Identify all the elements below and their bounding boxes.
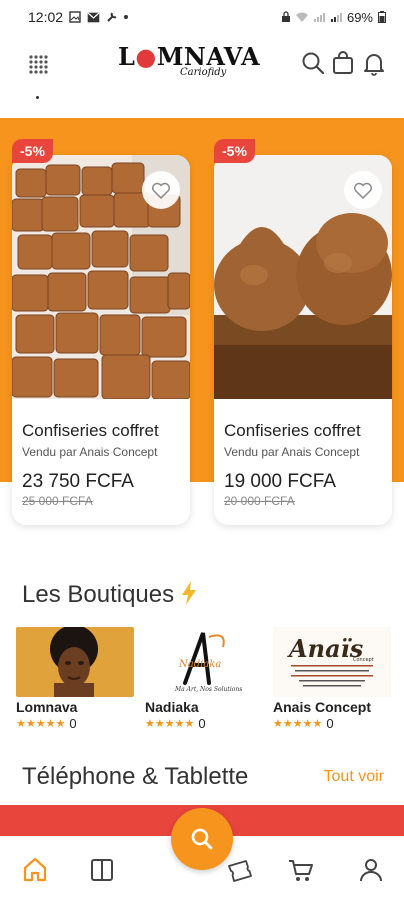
signal-icon-2 <box>330 12 342 22</box>
favorite-button[interactable] <box>142 171 180 209</box>
shops-section-title: Les Boutiques <box>22 581 197 609</box>
shop-item[interactable]: Lomnava ★★★★★ 0 <box>16 627 134 731</box>
product-price: 19 000 FCFA <box>224 471 336 492</box>
svg-text:Ma Art, Nos Solutions: Ma Art, Nos Solutions <box>174 686 242 693</box>
battery-percent: 69% <box>346 9 373 25</box>
see-all-link[interactable]: Tout voir <box>324 768 384 786</box>
home-icon[interactable] <box>21 856 49 884</box>
heart-icon <box>354 182 372 199</box>
product-seller: Vendu par Anais Concept <box>224 445 360 459</box>
product-card[interactable]: Confiseries coffret Vendu par Anais Conc… <box>12 155 190 525</box>
signal-icon <box>313 12 325 22</box>
discount-badge: -5% <box>12 139 53 163</box>
bell-icon[interactable] <box>361 50 387 76</box>
tickets-icon[interactable] <box>226 856 254 884</box>
product-old-price: 25 000 FCFA <box>22 494 93 508</box>
search-icon[interactable] <box>300 50 326 76</box>
shop-image[interactable]: Nadiaka Ma Art, Nos Solutions <box>145 627 263 697</box>
product-old-price: 20 000 FCFA <box>224 494 295 508</box>
product-seller: Vendu par Anais Concept <box>22 445 158 459</box>
shop-image[interactable] <box>16 627 134 697</box>
shop-name[interactable]: Anais Concept <box>273 699 391 715</box>
discount-badge: -5% <box>214 139 255 163</box>
gallery-icon <box>69 11 81 23</box>
shop-rating: ★★★★★ 0 <box>273 716 334 731</box>
svg-text:Nadiaka: Nadiaka <box>178 659 221 670</box>
heart-icon <box>152 182 170 199</box>
lightning-icon <box>181 581 196 605</box>
catalog-icon[interactable] <box>88 856 116 884</box>
star-rating-icon: ★★★★★ <box>16 718 66 730</box>
grid-icon[interactable] <box>26 52 50 76</box>
favorite-button[interactable] <box>344 171 382 209</box>
shop-name[interactable]: Lomnava <box>16 699 134 715</box>
search-fab-button[interactable] <box>171 808 233 870</box>
status-time: 12:02 <box>28 9 64 25</box>
decorative-dot <box>36 96 39 99</box>
star-rating-icon: ★★★★★ <box>145 718 195 730</box>
shop-rating: ★★★★★ 0 <box>145 716 206 731</box>
product-card[interactable]: Confiseries coffret Vendu par Anais Conc… <box>214 155 392 525</box>
logo-tagline: Cariofidy <box>180 67 227 78</box>
product-title[interactable]: Confiseries coffret <box>22 421 159 441</box>
app-header: L●MNAVA Cariofidy <box>0 36 404 92</box>
notification-dot-icon <box>124 15 129 19</box>
shop-item[interactable]: Nadiaka Ma Art, Nos Solutions Nadiaka ★★… <box>145 627 263 731</box>
shop-image[interactable]: Anaïs Concept <box>273 627 391 697</box>
mail-icon <box>87 12 100 22</box>
shop-rating: ★★★★★ 0 <box>16 716 77 731</box>
shop-item[interactable]: Anaïs Concept Anais Concept ★★★★★ 0 <box>273 627 391 731</box>
shop-name[interactable]: Nadiaka <box>145 699 263 715</box>
star-rating-icon: ★★★★★ <box>273 718 323 730</box>
category-section-title: Téléphone & Tablette <box>22 763 249 790</box>
app-logo[interactable]: L●MNAVA Cariofidy <box>118 42 288 84</box>
shops-list: Lomnava ★★★★★ 0 Nadiaka Ma Art, Nos Solut… <box>0 627 404 737</box>
wifi-icon <box>295 12 308 22</box>
lock-icon <box>281 11 290 22</box>
wrench-icon <box>107 12 117 22</box>
user-icon[interactable] <box>357 856 385 884</box>
status-bar: 12:02 69% <box>0 0 404 34</box>
product-title[interactable]: Confiseries coffret <box>224 421 361 441</box>
product-price: 23 750 FCFA <box>22 471 134 492</box>
bag-icon[interactable] <box>330 50 356 76</box>
svg-text:Concept: Concept <box>353 657 374 663</box>
battery-icon <box>378 11 386 23</box>
cart-icon[interactable] <box>287 856 315 884</box>
search-icon <box>191 828 213 850</box>
